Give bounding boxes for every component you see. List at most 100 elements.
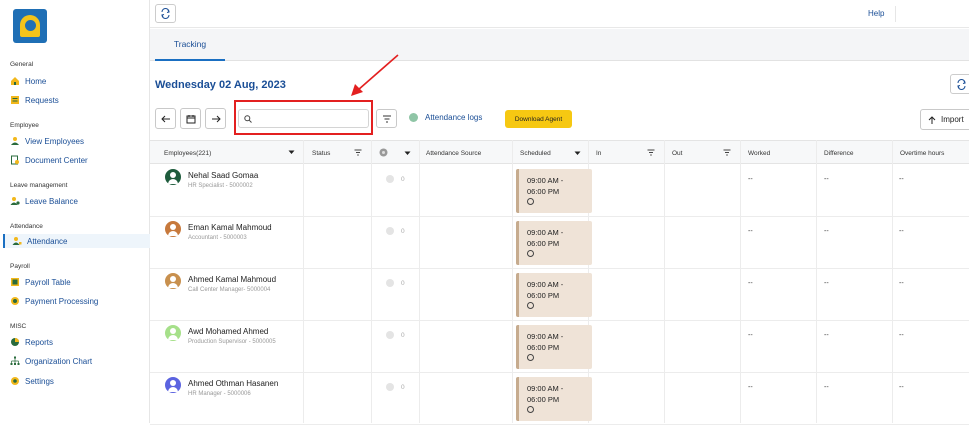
clock-icon	[527, 250, 534, 257]
source-count: 0	[401, 176, 405, 183]
page-title: Wednesday 02 Aug, 2023	[155, 79, 286, 91]
sidebar-item-label: Leave Balance	[25, 196, 78, 206]
search-input[interactable]	[255, 112, 365, 126]
employee-name[interactable]: Ahmed Kamal Mahmoud	[188, 275, 276, 284]
sidebar-item-settings[interactable]: Settings	[10, 374, 54, 388]
clock-icon	[527, 198, 534, 205]
calendar-icon	[186, 114, 195, 123]
schedule-card[interactable]: 09:00 AM - 06:00 PM	[516, 377, 592, 421]
employee-name[interactable]: Ahmed Othman Hasanen	[188, 379, 278, 388]
next-day-button[interactable]	[205, 108, 226, 129]
sidebar-item-home[interactable]: Home	[10, 74, 46, 88]
filter-icon[interactable]	[647, 149, 655, 156]
employees-icon	[11, 137, 19, 145]
sidebar-item-label: View Employees	[25, 136, 84, 146]
table-row[interactable]: Awd Mohamed Ahmed Production Supervisor …	[150, 321, 969, 373]
schedule-card[interactable]: 09:00 AM - 06:00 PM	[516, 273, 592, 317]
sidebar-item-view-employees[interactable]: View Employees	[10, 134, 84, 148]
filter-icon[interactable]	[354, 149, 362, 156]
arrow-left-icon	[160, 115, 170, 122]
col-employees-label: Employees(221)	[164, 149, 212, 157]
overtime-value: --	[899, 280, 904, 287]
col-attendance-source[interactable]: Attendance Source	[426, 141, 481, 165]
col-status[interactable]: Status	[312, 141, 330, 165]
worked-value: --	[748, 384, 753, 391]
col-worked[interactable]: Worked	[748, 141, 770, 165]
table-row[interactable]: Ahmed Othman Hasanen HR Manager - 500000…	[150, 373, 969, 425]
sidebar-item-label: Requests	[25, 95, 59, 105]
table-row[interactable]: Nehal Saad Gomaa HR Specialist - 5000002…	[150, 165, 969, 217]
worked-value: --	[748, 332, 753, 339]
download-agent-button[interactable]: Download Agent	[505, 110, 572, 128]
filter-button[interactable]	[376, 109, 397, 128]
sidebar-item-leave-balance[interactable]: Leave Balance	[10, 194, 78, 208]
schedule-end: 06:00 PM	[527, 291, 560, 300]
employee-name[interactable]: Awd Mohamed Ahmed	[188, 327, 268, 336]
avatar	[165, 221, 181, 237]
sidebar-item-payment-processing[interactable]: Payment Processing	[10, 294, 98, 308]
table-row[interactable]: Ahmed Kamal Mahmoud Call Center Manager-…	[150, 269, 969, 321]
sidebar-item-reports[interactable]: Reports	[10, 335, 53, 349]
sidebar-item-label: Settings	[25, 376, 54, 386]
sync-icon	[956, 78, 966, 90]
sync-toggle-button[interactable]	[155, 4, 176, 23]
worked-value: --	[748, 280, 753, 287]
section-leave-management: Leave management	[10, 182, 68, 189]
help-link[interactable]: Help	[868, 9, 884, 18]
sidebar-item-attendance[interactable]: Attendance	[3, 234, 150, 248]
status-toggle[interactable]	[386, 383, 394, 391]
section-misc: MISC	[10, 323, 27, 330]
employee-role: Accountant - 5000003	[188, 235, 247, 241]
sidebar-item-requests[interactable]: Requests	[10, 93, 59, 107]
sidebar-item-payroll-table[interactable]: Payroll Table	[10, 275, 71, 289]
section-attendance: Attendance	[10, 223, 43, 230]
col-out[interactable]: Out	[672, 141, 682, 165]
status-toggle[interactable]	[386, 331, 394, 339]
company-logo[interactable]	[13, 9, 47, 43]
requests-icon	[11, 96, 19, 104]
attendance-icon	[12, 237, 22, 245]
schedule-card[interactable]: 09:00 AM - 06:00 PM	[516, 221, 592, 265]
refresh-button[interactable]	[950, 74, 969, 94]
chevron-down-icon[interactable]	[404, 151, 411, 156]
col-in[interactable]: In	[596, 141, 601, 165]
employee-role: Production Supervisor - 5000005	[188, 339, 276, 345]
chevron-down-icon[interactable]	[574, 151, 581, 156]
employee-role: HR Manager - 5000006	[188, 391, 251, 397]
sidebar-item-organization-chart[interactable]: Organization Chart	[10, 354, 92, 368]
source-count: 0	[401, 384, 405, 391]
upload-arrow-icon	[928, 115, 936, 124]
difference-value: --	[824, 280, 829, 287]
status-toggle[interactable]	[386, 175, 394, 183]
attendance-logs-link[interactable]: Attendance logs	[409, 113, 482, 122]
calendar-button[interactable]	[180, 108, 201, 129]
col-status-label: Status	[312, 149, 331, 157]
status-toggle[interactable]	[386, 279, 394, 287]
difference-value: --	[824, 176, 829, 183]
employee-name[interactable]: Eman Kamal Mahmoud	[188, 223, 272, 232]
schedule-card[interactable]: 09:00 AM - 06:00 PM	[516, 169, 592, 213]
filter-icon[interactable]	[723, 149, 731, 156]
col-difference[interactable]: Difference	[824, 141, 854, 165]
employee-name[interactable]: Nehal Saad Gomaa	[188, 171, 258, 180]
import-button[interactable]: Import	[920, 109, 969, 130]
section-general: General	[10, 61, 34, 68]
table-row[interactable]: Eman Kamal Mahmoud Accountant - 5000003 …	[150, 217, 969, 269]
sidebar-item-label: Organization Chart	[25, 356, 93, 366]
col-overtime-hours[interactable]: Overtime hours	[900, 141, 944, 165]
status-toggle[interactable]	[386, 227, 394, 235]
employee-role: Call Center Manager- 5000004	[188, 287, 271, 293]
schedule-card[interactable]: 09:00 AM - 06:00 PM	[516, 325, 592, 369]
worked-value: --	[748, 176, 753, 183]
tab-tracking[interactable]: Tracking	[155, 29, 225, 61]
col-employees[interactable]: Employees(221)	[164, 141, 295, 165]
schedule-start: 09:00 AM -	[527, 384, 564, 393]
sidebar-item-label: Payroll Table	[25, 277, 71, 287]
search-field[interactable]	[238, 109, 369, 128]
schedule-start: 09:00 AM -	[527, 176, 564, 185]
col-scheduled[interactable]: Scheduled	[520, 141, 551, 165]
attendance-logs-icon	[409, 113, 418, 122]
previous-day-button[interactable]	[155, 108, 176, 129]
table-header: Employees(221) Status Attendance Source …	[150, 140, 969, 164]
sidebar-item-document-center[interactable]: Document Center	[10, 153, 88, 167]
